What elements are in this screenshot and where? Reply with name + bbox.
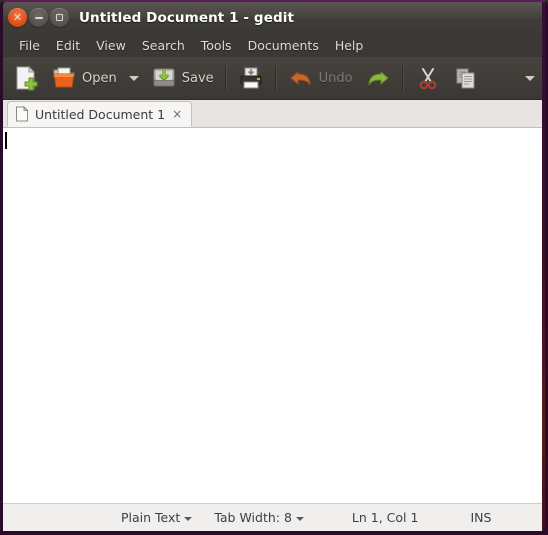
chevron-down-icon [128, 75, 139, 81]
tab-untitled-document-1[interactable]: Untitled Document 1 × [7, 101, 193, 127]
save-button[interactable]: Save [145, 61, 220, 95]
menubar: File Edit View Search Tools Documents He… [3, 33, 545, 57]
open-dropdown-button[interactable] [123, 61, 145, 95]
close-icon: ✕ [12, 11, 23, 24]
undo-button[interactable]: Undo [282, 61, 359, 95]
new-document-button[interactable] [7, 61, 45, 95]
undo-button-label: Undo [318, 70, 353, 86]
insert-mode-indicator[interactable]: INS [470, 510, 491, 525]
scissors-icon [419, 68, 436, 90]
minimize-icon [34, 16, 43, 19]
copy-pages-icon [456, 68, 475, 89]
toolbar: Open Save Undo [3, 57, 545, 100]
open-folder-icon [53, 67, 75, 88]
cursor-position-label: Ln 1, Col 1 [351, 510, 419, 525]
insert-mode-label: INS [470, 510, 492, 525]
window-title: Untitled Document 1 - gedit [79, 9, 294, 26]
save-drive-icon [153, 68, 175, 87]
text-editor-area[interactable] [3, 128, 545, 503]
copy-button[interactable] [447, 61, 485, 95]
chevron-down-icon [295, 516, 304, 521]
text-caret [5, 132, 7, 149]
statusbar: Plain Text Tab Width: 8 Ln 1, Col 1 INS [3, 503, 545, 531]
language-selector[interactable]: Plain Text [121, 510, 193, 525]
cut-button[interactable] [409, 61, 447, 95]
menu-item-tools[interactable]: Tools [193, 36, 240, 55]
tab-label: Untitled Document 1 [35, 106, 166, 122]
redo-button[interactable] [359, 61, 397, 95]
cursor-position: Ln 1, Col 1 [352, 510, 419, 525]
redo-arrow-icon [368, 71, 389, 86]
tab-width-selector[interactable]: Tab Width: 8 [214, 510, 304, 525]
maximize-icon [56, 14, 63, 21]
toolbar-overflow-button[interactable] [519, 61, 541, 95]
window-controls: ✕ [8, 8, 69, 27]
printer-icon [240, 67, 262, 89]
undo-arrow-icon [290, 71, 311, 86]
document-icon [16, 106, 29, 122]
toolbar-separator-3 [401, 65, 404, 91]
menu-item-view[interactable]: View [88, 36, 134, 55]
gedit-window: ✕ Untitled Document 1 - gedit File Edit … [0, 0, 548, 535]
save-button-label: Save [181, 70, 214, 86]
tab-close-icon[interactable]: × [171, 108, 183, 120]
close-button[interactable]: ✕ [8, 8, 27, 27]
chevron-down-icon [525, 75, 535, 81]
menu-item-documents[interactable]: Documents [240, 36, 327, 55]
open-button[interactable]: Open [45, 61, 123, 95]
menu-item-edit[interactable]: Edit [48, 36, 88, 55]
print-button[interactable] [232, 61, 270, 95]
toolbar-separator-1 [224, 65, 227, 91]
minimize-button[interactable] [29, 8, 48, 27]
open-button-label: Open [82, 70, 117, 86]
language-label: Plain Text [121, 510, 181, 525]
menu-item-search[interactable]: Search [134, 36, 193, 55]
toolbar-separator-2 [274, 65, 277, 91]
menu-item-file[interactable]: File [11, 36, 48, 55]
titlebar[interactable]: ✕ Untitled Document 1 - gedit [3, 2, 545, 33]
chevron-down-icon [184, 516, 193, 521]
menu-item-help[interactable]: Help [327, 36, 372, 55]
new-document-icon [16, 65, 38, 91]
maximize-button[interactable] [50, 8, 69, 27]
tab-strip: Untitled Document 1 × [3, 100, 545, 128]
tab-width-label: Tab Width: 8 [214, 510, 292, 525]
